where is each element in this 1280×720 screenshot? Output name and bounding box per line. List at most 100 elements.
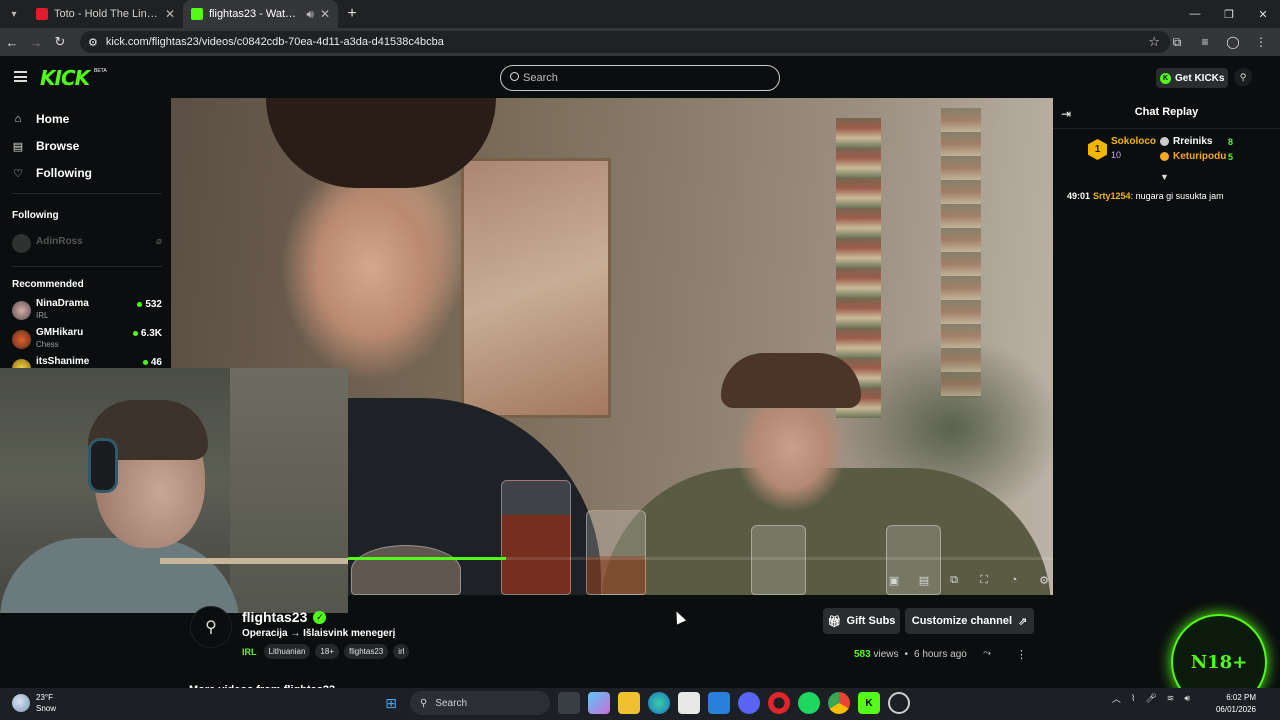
speed-icon[interactable]: ◔ bbox=[1006, 572, 1022, 588]
gifter-item[interactable]: Rreiniks 8 bbox=[1160, 136, 1233, 147]
bookmark-star-icon[interactable]: ☆ bbox=[1148, 34, 1160, 50]
glass bbox=[351, 545, 461, 595]
pip-icon[interactable]: ⧉ bbox=[946, 572, 962, 588]
weather-widget[interactable]: 23°F Snow bbox=[12, 692, 56, 714]
more-options-icon[interactable]: ⋮ bbox=[1016, 648, 1027, 662]
reload-icon[interactable]: ↻ bbox=[48, 28, 72, 56]
message-user[interactable]: Srty1254 bbox=[1093, 191, 1131, 201]
channel-category: IRL bbox=[36, 311, 49, 320]
gifter-name: Keturipodu bbox=[1173, 151, 1227, 162]
webcam-railing bbox=[160, 558, 348, 613]
kick-app-icon[interactable]: K bbox=[858, 692, 880, 714]
clock-time: 6:02 PM bbox=[1226, 693, 1256, 702]
chat-panel: ⇥ Chat Replay 1 Sokoloco 10 Rreiniks 8 K… bbox=[1053, 98, 1280, 688]
gifter-item[interactable]: Keturipodu 5 bbox=[1160, 151, 1233, 162]
new-tab-button[interactable]: + bbox=[338, 0, 366, 28]
user-avatar[interactable]: ⚲ bbox=[1234, 68, 1252, 86]
extensions-icon[interactable]: ⧉ bbox=[1166, 35, 1188, 50]
close-tab-icon[interactable]: ✕ bbox=[165, 7, 175, 21]
customize-channel-button[interactable]: Customize channel ⇗ bbox=[905, 608, 1034, 634]
offline-icon: ⌀ bbox=[155, 236, 162, 247]
close-tab-icon[interactable]: ✕ bbox=[320, 7, 330, 21]
glass bbox=[751, 525, 806, 595]
share-icon[interactable]: ⤳ bbox=[983, 648, 997, 662]
snow-weather-icon bbox=[12, 694, 30, 712]
chat-message: 49:01 Srty1254: nugara gi susukta jam bbox=[1067, 191, 1224, 201]
spotify-icon[interactable] bbox=[798, 692, 820, 714]
edge-icon[interactable] bbox=[648, 692, 670, 714]
task-view-icon[interactable] bbox=[558, 692, 580, 714]
forward-icon[interactable]: → bbox=[24, 28, 48, 56]
windows-start-icon[interactable]: ⊞ bbox=[380, 692, 402, 714]
kick-logo[interactable]: KICK bbox=[40, 66, 90, 90]
browser-menu-icon[interactable]: ⋮ bbox=[1250, 35, 1272, 49]
channel-name[interactable]: flightas23 bbox=[242, 609, 307, 625]
address-bar[interactable]: ⚙ kick.com/flightas23/videos/c0842cdb-70… bbox=[80, 31, 1170, 53]
minimize-icon[interactable]: — bbox=[1178, 0, 1212, 28]
tag-chip[interactable]: irl bbox=[393, 644, 410, 659]
gift-subs-button[interactable]: 🎁︎ Gift Subs bbox=[823, 608, 900, 634]
tag-chip[interactable]: flightas23 bbox=[344, 644, 389, 659]
following-item-adinross[interactable]: AdinRoss ⌀ bbox=[12, 231, 162, 257]
fullscreen-icon[interactable]: ⛶ bbox=[976, 572, 992, 588]
tag-chip[interactable]: 18+ bbox=[315, 644, 339, 659]
sidebar-item-label: Following bbox=[36, 166, 92, 180]
copilot-icon[interactable] bbox=[588, 692, 610, 714]
rank-medal-icon: 1 bbox=[1088, 139, 1107, 160]
maximize-icon[interactable]: ❐ bbox=[1212, 0, 1246, 28]
discord-icon[interactable] bbox=[738, 692, 760, 714]
sidebar-item-home[interactable]: ⌂ Home bbox=[12, 109, 70, 129]
video-controls: ▣ ▤ ⧉ ⛶ ◔ ⚙ bbox=[886, 572, 1052, 588]
recommended-item[interactable]: NinaDrama IRL 532 bbox=[12, 298, 162, 324]
clock-date: 06/01/2026 bbox=[1215, 705, 1256, 714]
tab-search-button[interactable]: ▾ bbox=[0, 0, 28, 28]
file-explorer-icon[interactable] bbox=[618, 692, 640, 714]
sidebar: ⌂ Home ▤ Browse ♡ Following Following Ad… bbox=[0, 98, 170, 378]
customize-channel-label: Customize channel bbox=[911, 615, 1013, 627]
sidebar-item-following[interactable]: ♡ Following bbox=[12, 163, 92, 183]
tray-chevron-icon[interactable]: ︿ bbox=[1112, 692, 1121, 705]
gifter-count: 8 bbox=[1228, 136, 1234, 147]
divider bbox=[12, 266, 162, 267]
site-header: KICK BETA Search K Get KICKs ⚲ bbox=[0, 56, 1280, 98]
sidebar-item-browse[interactable]: ▤ Browse bbox=[12, 136, 80, 156]
store-icon[interactable] bbox=[678, 692, 700, 714]
mic-icon[interactable]: 🎤︎ bbox=[1145, 693, 1156, 704]
badge-icon bbox=[1160, 152, 1169, 161]
clock[interactable]: 6:02 PM 06/01/2026 bbox=[1216, 692, 1256, 716]
close-window-icon[interactable]: ✕ bbox=[1246, 0, 1280, 28]
recommended-item[interactable]: GMHikaru Chess 6.3K bbox=[12, 327, 162, 353]
volume-icon[interactable]: 🔊︎ bbox=[1184, 693, 1190, 704]
chrome-icon[interactable] bbox=[828, 692, 850, 714]
opera-icon[interactable] bbox=[768, 692, 790, 714]
wifi-icon[interactable]: ≋ bbox=[1167, 693, 1175, 704]
home-icon: ⌂ bbox=[14, 113, 22, 125]
window-controls: — ❐ ✕ bbox=[1178, 0, 1280, 28]
network-icon[interactable]: ⌇ bbox=[1131, 693, 1135, 704]
clip-icon[interactable]: ▤ bbox=[916, 572, 932, 588]
menu-icon[interactable] bbox=[14, 71, 27, 82]
tab-toto[interactable]: Toto - Hold The Line (GTA SA) | ✕ bbox=[28, 0, 183, 28]
tag-chip[interactable]: Lithuanian bbox=[263, 644, 311, 659]
kicks-coin-icon: K bbox=[1160, 72, 1171, 84]
theatre-mode-icon[interactable]: ▣ bbox=[886, 572, 902, 588]
search-input[interactable]: Search bbox=[500, 65, 780, 91]
divider bbox=[1053, 128, 1280, 129]
site-info-icon[interactable]: ⚙ bbox=[88, 36, 98, 49]
channel-avatar[interactable]: ⚲ bbox=[190, 606, 232, 648]
headset-icon bbox=[88, 438, 118, 493]
taskbar-search[interactable]: ⚲ Search bbox=[410, 691, 550, 715]
mail-icon[interactable] bbox=[708, 692, 730, 714]
back-icon[interactable]: ← bbox=[0, 28, 24, 56]
get-kicks-button[interactable]: K Get KICKs bbox=[1156, 68, 1228, 88]
profile-icon[interactable]: ◯ bbox=[1222, 35, 1244, 49]
app-icon[interactable] bbox=[888, 692, 910, 714]
category-link[interactable]: IRL bbox=[242, 647, 257, 657]
tab-kick[interactable]: flightas23 - Watch the VOD 🔊︎ ✕ bbox=[183, 0, 338, 28]
speaker-icon[interactable]: 🔊︎ bbox=[306, 7, 314, 22]
top-gifter-name[interactable]: Sokoloco bbox=[1111, 136, 1156, 147]
expand-gifters-icon[interactable]: ▼ bbox=[1160, 172, 1169, 182]
taskbar-apps: ⊞ ⚲ Search K bbox=[380, 691, 910, 715]
settings-icon[interactable]: ⚙ bbox=[1036, 572, 1052, 588]
media-control-icon[interactable]: ≡ bbox=[1194, 35, 1216, 49]
